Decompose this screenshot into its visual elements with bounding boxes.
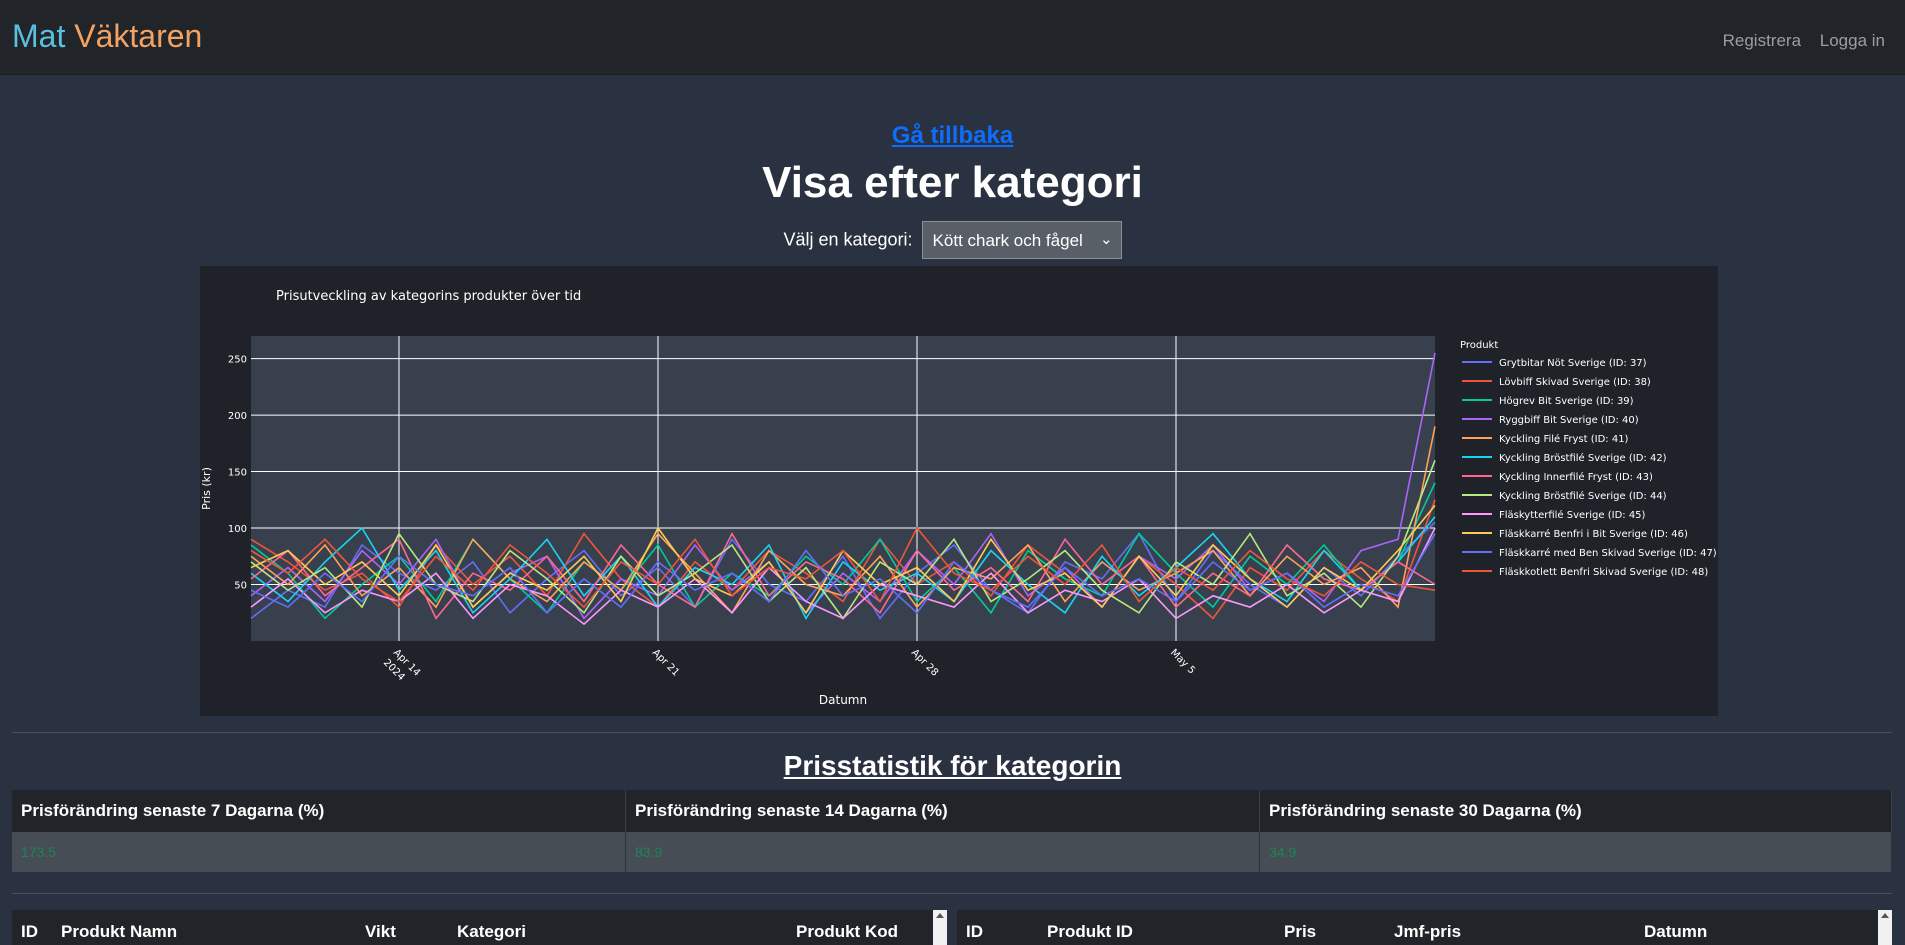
y-tick-label: 250	[228, 355, 247, 366]
products-table: ID Produkt Namn Vikt Kategori Produkt Ko…	[12, 910, 947, 945]
legend-entry: Fläskytterfilé Sverige (ID: 45)	[1499, 509, 1646, 521]
stats-header-14d: Prisförändring senaste 14 Dagarna (%)	[625, 790, 1260, 832]
x-axis-label: Datumn	[819, 693, 867, 707]
legend-entry: Ryggbiff Bit Sverige (ID: 40)	[1499, 415, 1639, 426]
nav-links: Registrera Logga in	[1709, 31, 1885, 51]
prices-table-scrollbar[interactable]	[1878, 910, 1892, 945]
stats-table: Prisförändring senaste 7 Dagarna (%) Pri…	[12, 790, 1892, 872]
legend-entry: Kyckling Filé Fryst (ID: 41)	[1499, 433, 1629, 445]
category-row: Välj en kategori: Kött chark och fågel ⌄	[0, 221, 1905, 259]
category-select-value: Kött chark och fågel	[932, 231, 1083, 250]
prices-header-date: Datumn	[1644, 922, 1708, 941]
navbar: Mat Väktaren Registrera Logga in	[0, 0, 1905, 75]
prices-header-comparison-price: Jmf-pris	[1394, 922, 1462, 941]
stats-value-row: 173.5 83.9 34.9	[12, 832, 1892, 872]
brand-logo[interactable]: Mat Väktaren	[12, 18, 202, 55]
back-link[interactable]: Gå tillbaka	[0, 122, 1905, 150]
prices-table: ID Produkt ID Pris Jmf-pris Datumn	[957, 910, 1892, 945]
brand-part1: Mat	[12, 18, 66, 54]
y-tick-label: 100	[228, 524, 247, 535]
stats-header-7d: Prisförändring senaste 7 Dagarna (%)	[12, 790, 626, 832]
category-label: Välj en kategori:	[783, 229, 913, 250]
prices-header-id: ID	[966, 922, 983, 941]
price-chart: Prisutveckling av kategorins produkter ö…	[200, 266, 1718, 716]
chevron-down-icon: ⌄	[1099, 231, 1113, 248]
y-tick-label: 150	[228, 468, 247, 479]
divider	[12, 893, 1892, 894]
chart-title: Prisutveckling av kategorins produkter ö…	[276, 289, 581, 304]
products-header-name: Produkt Namn	[61, 922, 178, 941]
prices-header-product-id: Produkt ID	[1047, 922, 1133, 941]
stats-title: Prisstatistik för kategorin	[783, 750, 1122, 781]
x-tick-label: Apr 21	[650, 647, 681, 678]
y-tick-label: 200	[228, 411, 247, 422]
legend-entry: Lövbiff Skivad Sverige (ID: 38)	[1499, 377, 1651, 388]
products-header-id: ID	[21, 922, 38, 941]
page-title: Visa efter kategori	[762, 158, 1143, 207]
scroll-up-icon[interactable]	[936, 913, 944, 918]
legend-entry: Grytbitar Nöt Sverige (ID: 37)	[1499, 358, 1647, 369]
stats-value-7d: 173.5	[12, 832, 626, 872]
stats-header-row: Prisförändring senaste 7 Dagarna (%) Pri…	[12, 790, 1892, 832]
y-axis-label: Pris (kr)	[200, 467, 213, 510]
products-header-weight: Vikt	[365, 922, 396, 941]
stats-value-30d: 34.9	[1259, 832, 1892, 872]
legend-entry: Kyckling Bröstfilé Sverige (ID: 42)	[1499, 452, 1667, 464]
register-link[interactable]: Registrera	[1723, 31, 1801, 50]
divider	[12, 732, 1892, 733]
legend-entry: Fläskkarré Benfri i Bit Sverige (ID: 46)	[1499, 528, 1688, 540]
login-link[interactable]: Logga in	[1820, 31, 1885, 50]
prices-header-price: Pris	[1284, 922, 1317, 941]
x-tick-label: Apr 28	[909, 647, 940, 678]
legend-entry: Fläskkotlett Benfri Skivad Sverige (ID: …	[1499, 567, 1708, 578]
stats-header-30d: Prisförändring senaste 30 Dagarna (%)	[1259, 790, 1892, 832]
legend-entry: Kyckling Innerfilé Fryst (ID: 43)	[1499, 471, 1653, 483]
scroll-up-icon[interactable]	[1881, 913, 1889, 918]
products-table-scrollbar[interactable]	[933, 910, 947, 945]
legend-title: Produkt	[1460, 340, 1498, 351]
legend-entry: Högrev Bit Sverige (ID: 39)	[1499, 396, 1634, 407]
stats-value-14d: 83.9	[625, 832, 1260, 872]
price-chart-svg: Prisutveckling av kategorins produkter ö…	[200, 289, 1717, 707]
y-tick-label: 50	[234, 581, 247, 592]
category-select[interactable]: Kött chark och fågel ⌄	[921, 221, 1122, 259]
brand-part2: Väktaren	[74, 18, 203, 54]
products-header-category: Kategori	[457, 922, 526, 941]
products-header-code: Produkt Kod	[796, 922, 898, 941]
legend-entry: Kyckling Bröstfilé Sverige (ID: 44)	[1499, 490, 1667, 502]
x-tick-label: May 5	[1168, 647, 1197, 676]
legend-entry: Fläskkarré med Ben Skivad Sverige (ID: 4…	[1499, 547, 1717, 559]
